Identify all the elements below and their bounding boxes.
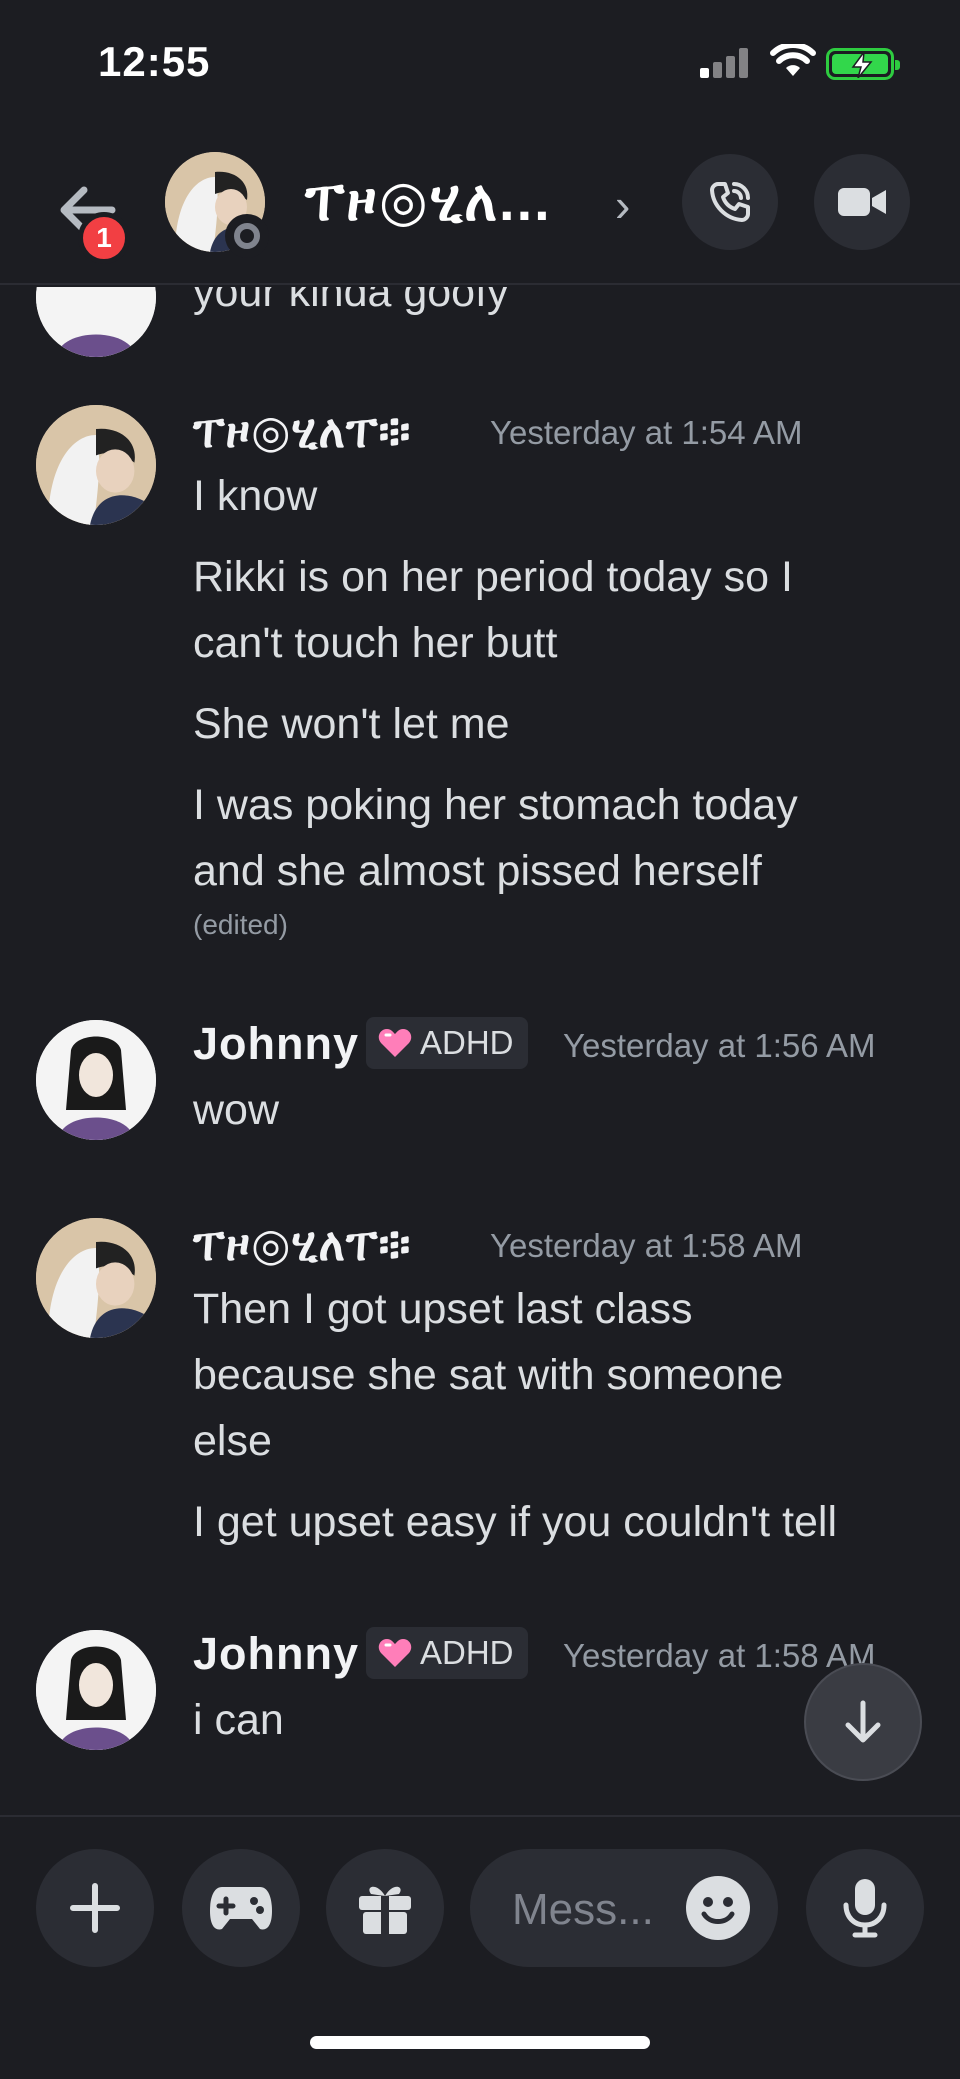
message-text: Rikki is on her period today so I bbox=[193, 553, 793, 601]
chat-header: 1 ፐዞ◎ሂለ... › bbox=[0, 140, 960, 285]
avatar[interactable] bbox=[36, 1630, 156, 1750]
username[interactable]: Johnny bbox=[193, 1628, 359, 1680]
microphone-icon bbox=[843, 1879, 887, 1938]
chevron-right-icon[interactable]: › bbox=[615, 178, 630, 232]
message-timestamp: Yesterday at 1:54 AM bbox=[490, 414, 803, 451]
gift-icon bbox=[359, 1886, 411, 1934]
status-indicator bbox=[225, 214, 269, 258]
message-text: Then I got upset last class bbox=[193, 1285, 693, 1333]
role-label: ADHD bbox=[420, 1634, 514, 1671]
status-time: 12:55 bbox=[98, 38, 211, 85]
call-button[interactable] bbox=[682, 154, 778, 250]
message-text: your kinda goofy bbox=[193, 287, 509, 316]
avatar[interactable] bbox=[36, 1020, 156, 1140]
plus-icon bbox=[70, 1883, 120, 1933]
username[interactable]: ፐዞ◎ሂለፐ፨ bbox=[193, 405, 411, 459]
message-text: I know bbox=[193, 472, 318, 520]
avatar[interactable] bbox=[36, 1218, 156, 1338]
message-text: I was poking her stomach today bbox=[193, 781, 798, 829]
message-input[interactable]: Mess... bbox=[470, 1849, 778, 1967]
smile-icon bbox=[701, 1897, 735, 1924]
message-text: else bbox=[193, 1417, 272, 1465]
video-camera-icon bbox=[838, 188, 886, 216]
add-attachment-button[interactable] bbox=[36, 1849, 154, 1967]
voice-message-button[interactable] bbox=[806, 1849, 924, 1967]
username[interactable]: Johnny bbox=[193, 1018, 359, 1070]
emoji-button[interactable] bbox=[686, 1876, 750, 1940]
message-timestamp: Yesterday at 1:56 AM bbox=[563, 1027, 876, 1064]
cellular-signal-icon bbox=[700, 48, 752, 78]
wifi-icon bbox=[770, 44, 816, 76]
home-indicator[interactable] bbox=[310, 2036, 650, 2049]
role-label: ADHD bbox=[420, 1024, 514, 1061]
avatar[interactable] bbox=[36, 287, 156, 357]
activities-button[interactable] bbox=[182, 1849, 300, 1967]
heart-icon bbox=[378, 1639, 412, 1667]
role-tag[interactable]: ADHD bbox=[366, 1627, 528, 1679]
message-text: can't touch her butt bbox=[193, 619, 558, 667]
arrow-down-icon bbox=[845, 1700, 881, 1743]
edited-label: (edited) bbox=[193, 909, 288, 940]
page-title[interactable]: ፐዞ◎ሂለ... bbox=[305, 168, 552, 235]
scroll-to-bottom-button[interactable] bbox=[804, 1663, 922, 1781]
message-text: She won't let me bbox=[193, 700, 510, 748]
notification-badge: 1 bbox=[78, 212, 130, 264]
heart-icon bbox=[378, 1029, 412, 1057]
message-input-placeholder: Mess... bbox=[512, 1885, 654, 1934]
message-timestamp: Yesterday at 1:58 AM bbox=[490, 1227, 803, 1264]
role-tag[interactable]: ADHD bbox=[366, 1017, 528, 1069]
message-list[interactable]: your kinda goofy ፐዞ◎ሂለፐ፨ Yesterday at 1:… bbox=[0, 287, 960, 1815]
gamepad-icon bbox=[210, 1887, 272, 1930]
message-text: and she almost pissed herself bbox=[193, 847, 762, 895]
message-text: because she sat with someone bbox=[193, 1351, 784, 1399]
battery-icon bbox=[826, 48, 900, 80]
video-button[interactable] bbox=[814, 154, 910, 250]
phone-icon bbox=[710, 182, 750, 222]
status-bar: 12:55 bbox=[0, 0, 960, 130]
gift-button[interactable] bbox=[326, 1849, 444, 1967]
message-text: I get upset easy if you couldn't tell bbox=[193, 1498, 838, 1546]
avatar[interactable] bbox=[36, 405, 156, 525]
message-text: wow bbox=[193, 1086, 280, 1134]
message-text: i can bbox=[193, 1696, 284, 1744]
message-timestamp: Yesterday at 1:58 AM bbox=[563, 1637, 876, 1674]
username[interactable]: ፐዞ◎ሂለፐ፨ bbox=[193, 1218, 411, 1272]
